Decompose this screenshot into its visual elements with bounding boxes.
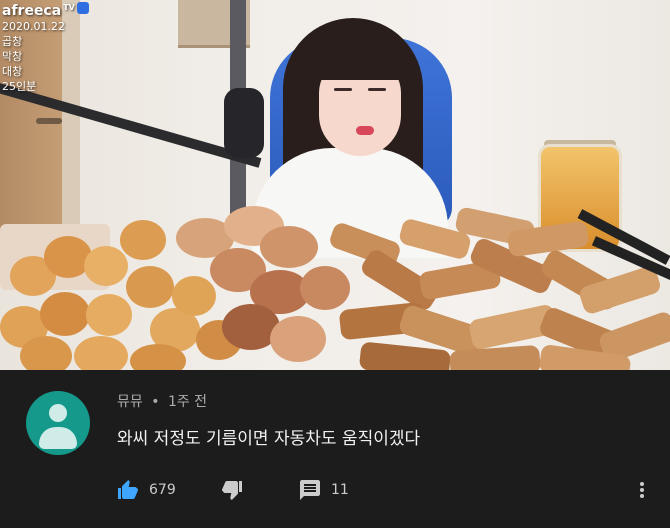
- more-vert-icon: [640, 482, 644, 498]
- stream-overlay: afreeca TV 2020.01.22 곱창 막창 대창 25인분: [2, 2, 89, 94]
- avatar-person-body: [39, 427, 77, 449]
- comment-meta: 뮤뮤 • 1주 전: [117, 391, 207, 411]
- comment-card: 뮤뮤 • 1주 전 와씨 저정도 기름이면 자동차도 움직이겠다 679 11: [0, 370, 670, 528]
- meta-separator: •: [151, 394, 160, 410]
- food-pile: [0, 196, 670, 370]
- overlay-item: 막창: [2, 50, 23, 63]
- avatar-person-icon: [49, 404, 67, 422]
- avatar[interactable]: [26, 391, 90, 455]
- more-options-button[interactable]: [635, 478, 649, 506]
- afreecatv-logo: afreeca TV: [2, 2, 89, 19]
- streamer-eye-right: [368, 88, 386, 91]
- reply-count: 11: [331, 482, 349, 498]
- logo-wordmark: afreeca: [2, 3, 62, 19]
- overlay-date: 2020.01.22: [2, 20, 65, 33]
- overlay-portion: 25인분: [2, 80, 37, 93]
- reply-button[interactable]: 11: [297, 478, 349, 502]
- like-count: 679: [149, 482, 176, 498]
- dislike-button[interactable]: [219, 478, 245, 502]
- like-button[interactable]: 679: [115, 478, 176, 502]
- logo-badge-icon: [76, 2, 89, 14]
- overlay-item: 곱창: [2, 35, 23, 48]
- streamer-lips: [356, 126, 374, 135]
- streamer-bangs: [314, 44, 406, 80]
- thumbs-down-icon: [222, 481, 242, 500]
- logo-tv: TV: [63, 2, 75, 12]
- reply-icon: [300, 480, 320, 500]
- microphone: [224, 88, 264, 158]
- thumbs-up-icon: [118, 480, 138, 499]
- streamer-eye-left: [334, 88, 352, 91]
- comment-actions: 679 11: [115, 478, 655, 502]
- video-frame[interactable]: afreeca TV 2020.01.22 곱창 막창 대창 25인분: [0, 0, 670, 370]
- comment-text: 와씨 저정도 기름이면 자동차도 움직이겠다: [117, 429, 421, 449]
- comment-author[interactable]: 뮤뮤: [117, 394, 143, 410]
- door-handle: [36, 118, 62, 124]
- comment-time[interactable]: 1주 전: [168, 394, 207, 410]
- overlay-item: 대창: [2, 65, 23, 78]
